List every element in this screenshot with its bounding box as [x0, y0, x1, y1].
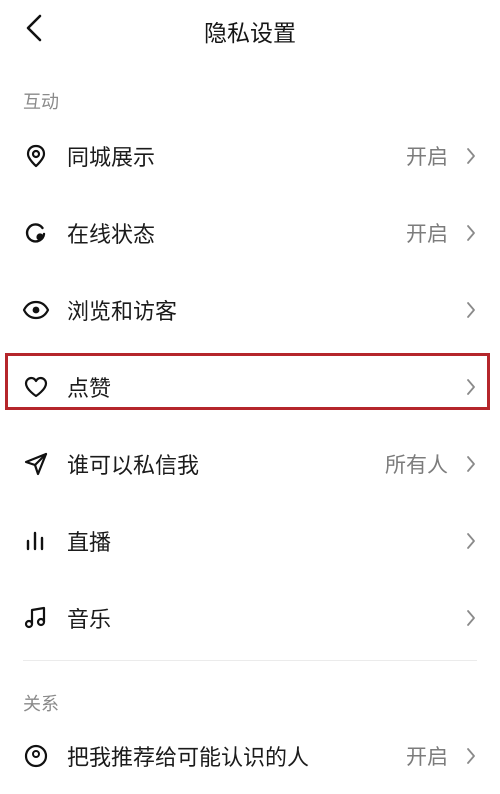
chevron-right-icon: [464, 223, 478, 243]
page-title: 隐私设置: [204, 21, 296, 47]
chevron-right-icon: [464, 531, 478, 551]
row-label: 直播: [67, 531, 112, 556]
row-music[interactable]: 音乐: [0, 580, 500, 656]
chevron-right-icon: [464, 746, 478, 766]
row-label: 谁可以私信我: [67, 454, 200, 479]
section-label-relationship: 关系: [23, 694, 59, 715]
send-icon: [22, 450, 50, 478]
chevron-right-icon: [464, 454, 478, 474]
contacts-icon: [22, 742, 50, 770]
row-browsing-visitors[interactable]: 浏览和访客: [0, 272, 500, 348]
row-label: 音乐: [67, 608, 112, 633]
row-likes[interactable]: 点赞: [0, 349, 500, 425]
chevron-right-icon: [464, 377, 478, 397]
row-live[interactable]: 直播: [0, 503, 500, 579]
row-online-status[interactable]: 在线状态 开启: [0, 195, 500, 271]
row-label: 点赞: [67, 377, 112, 402]
chevron-right-icon: [464, 146, 478, 166]
row-label: 同城展示: [67, 146, 156, 171]
chevron-right-icon: [464, 300, 478, 320]
row-who-can-message[interactable]: 谁可以私信我 所有人: [0, 426, 500, 502]
chevron-right-icon: [464, 608, 478, 628]
row-value: 开启: [406, 745, 448, 769]
music-note-icon: [22, 604, 50, 632]
heart-icon: [22, 373, 50, 401]
row-label: 把我推荐给可能认识的人: [67, 746, 310, 771]
live-bars-icon: [22, 527, 50, 555]
header-bar: 隐私设置: [0, 0, 500, 58]
section-label-interaction: 互动: [23, 92, 59, 113]
online-status-icon: [22, 219, 50, 247]
location-pin-icon: [22, 142, 50, 170]
section-divider: [23, 660, 477, 661]
eye-icon: [22, 296, 50, 324]
row-value: 所有人: [385, 453, 448, 477]
row-recommend-to-acquaintances[interactable]: 把我推荐给可能认识的人 开启: [0, 718, 500, 794]
row-label: 浏览和访客: [67, 300, 178, 325]
row-label: 在线状态: [67, 223, 156, 248]
row-local-display[interactable]: 同城展示 开启: [0, 118, 500, 194]
row-value: 开启: [406, 222, 448, 246]
row-value: 开启: [406, 145, 448, 169]
